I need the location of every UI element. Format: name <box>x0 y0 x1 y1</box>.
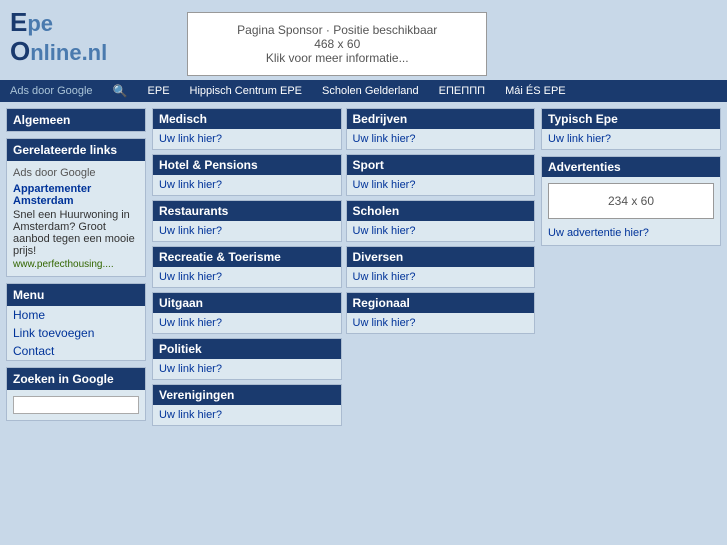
zoeken-title: Zoeken in Google <box>7 368 145 390</box>
cat-medisch-title: Medisch <box>153 109 341 129</box>
cat-scholen-link[interactable]: Uw link hier? <box>347 221 535 241</box>
navbar: Ads door Google 🔍 EPE Hippisch Centrum E… <box>0 80 727 102</box>
gerelateerde-section: Gerelateerde links Ads door Google Appar… <box>6 138 146 277</box>
cat-sport-title: Sport <box>347 155 535 175</box>
right-col: Typisch Epe Uw link hier? Advertenties 2… <box>541 108 721 426</box>
cat-medisch: Medisch Uw link hier? <box>152 108 342 150</box>
advertenties-section: Advertenties 234 x 60 Uw advertentie hie… <box>541 156 721 246</box>
cat-politiek-title: Politiek <box>153 339 341 359</box>
zoeken-content <box>7 390 145 420</box>
typisch-section: Typisch Epe Uw link hier? <box>541 108 721 150</box>
cat-diversen-link[interactable]: Uw link hier? <box>347 267 535 287</box>
zoeken-section: Zoeken in Google <box>6 367 146 421</box>
ad-url-link[interactable]: www.perfecthousing.... <box>13 259 139 270</box>
zoeken-input[interactable] <box>13 396 139 414</box>
cat-row-2: Hotel & Pensions Uw link hier? Sport Uw … <box>152 154 535 196</box>
cat-recreatie-link[interactable]: Uw link hier? <box>153 267 341 287</box>
main: Algemeen Gerelateerde links Ads door Goo… <box>0 102 727 432</box>
cat-sport-link[interactable]: Uw link hier? <box>347 175 535 195</box>
typisch-title: Typisch Epe <box>542 109 720 129</box>
cat-restaurants-title: Restaurants <box>153 201 341 221</box>
cat-hotel-link[interactable]: Uw link hier? <box>153 175 341 195</box>
nav-link-greek[interactable]: ΕΠΕΠΠΠ <box>439 85 485 97</box>
categories: Medisch Uw link hier? Bedrijven Uw link … <box>152 108 535 426</box>
navbar-icon: 🔍 <box>113 84 128 98</box>
typisch-link[interactable]: Uw link hier? <box>542 129 720 149</box>
ad-banner[interactable]: 234 x 60 <box>548 183 714 219</box>
sponsor-line1: Pagina Sponsor · Positie beschikbaar <box>208 23 466 37</box>
nav-links: EPE Hippisch Centrum EPE Scholen Gelderl… <box>148 85 566 97</box>
cat-scholen-title: Scholen <box>347 201 535 221</box>
cat-bedrijven: Bedrijven Uw link hier? <box>346 108 536 150</box>
cat-restaurants-link[interactable]: Uw link hier? <box>153 221 341 241</box>
cat-hotel: Hotel & Pensions Uw link hier? <box>152 154 342 196</box>
cat-politiek-link[interactable]: Uw link hier? <box>153 359 341 379</box>
header: Epe Online.nl Pagina Sponsor · Positie b… <box>0 0 727 80</box>
ads-google-label: Ads door Google <box>13 167 139 179</box>
menu-title: Menu <box>7 284 145 306</box>
algemeen-title: Algemeen <box>7 109 145 131</box>
menu-section: Menu Home Link toevoegen Contact <box>6 283 146 361</box>
cat-medisch-link[interactable]: Uw link hier? <box>153 129 341 149</box>
cat-recreatie-title: Recreatie & Toerisme <box>153 247 341 267</box>
cat-sport: Sport Uw link hier? <box>346 154 536 196</box>
gerelateerde-title: Gerelateerde links <box>7 139 145 161</box>
nav-link-scholen[interactable]: Scholen Gelderland <box>322 85 419 97</box>
sponsor-box[interactable]: Pagina Sponsor · Positie beschikbaar 468… <box>187 12 487 76</box>
cat-restaurants: Restaurants Uw link hier? <box>152 200 342 242</box>
cat-verenigingen: Verenigingen Uw link hier? <box>152 384 342 426</box>
nav-link-hippisch[interactable]: Hippisch Centrum EPE <box>190 85 303 97</box>
menu-item-contact: Contact <box>7 342 145 360</box>
cat-row-3: Restaurants Uw link hier? Scholen Uw lin… <box>152 200 535 242</box>
cat-recreatie: Recreatie & Toerisme Uw link hier? <box>152 246 342 288</box>
advertenties-title: Advertenties <box>542 157 720 177</box>
cat-row-6: Politiek Uw link hier? <box>152 338 535 380</box>
cat-verenigingen-title: Verenigingen <box>153 385 341 405</box>
navbar-ads-label: Ads door Google <box>10 85 93 97</box>
cat-row-5: Uitgaan Uw link hier? Regionaal Uw link … <box>152 292 535 334</box>
sponsor-line3: Klik voor meer informatie... <box>208 51 466 65</box>
cat-uitgaan-link[interactable]: Uw link hier? <box>153 313 341 333</box>
cat-regionaal: Regionaal Uw link hier? <box>346 292 536 334</box>
ad-title-link[interactable]: Appartementer Amsterdam <box>13 183 139 207</box>
sponsor-line2: 468 x 60 <box>208 37 466 51</box>
ad-text: Snel een Huurwoning in Amsterdam? Groot … <box>13 209 139 257</box>
cat-uitgaan-title: Uitgaan <box>153 293 341 313</box>
logo-line2: Online.nl <box>10 37 107 66</box>
cat-diversen-title: Diversen <box>347 247 535 267</box>
cat-row-1: Medisch Uw link hier? Bedrijven Uw link … <box>152 108 535 150</box>
menu-item-home: Home <box>7 306 145 324</box>
cat-politiek: Politiek Uw link hier? <box>152 338 342 380</box>
cat-uitgaan: Uitgaan Uw link hier? <box>152 292 342 334</box>
cat-regionaal-link[interactable]: Uw link hier? <box>347 313 535 333</box>
cat-verenigingen-link[interactable]: Uw link hier? <box>153 405 341 425</box>
cat-row-4: Recreatie & Toerisme Uw link hier? Diver… <box>152 246 535 288</box>
cat-row-7: Verenigingen Uw link hier? <box>152 384 535 426</box>
cat-scholen: Scholen Uw link hier? <box>346 200 536 242</box>
cat-hotel-title: Hotel & Pensions <box>153 155 341 175</box>
menu-item-link: Link toevoegen <box>7 324 145 342</box>
ad-link[interactable]: Uw advertentie hier? <box>542 225 720 245</box>
cat-regionaal-title: Regionaal <box>347 293 535 313</box>
cat-diversen: Diversen Uw link hier? <box>346 246 536 288</box>
algemeen-section: Algemeen <box>6 108 146 132</box>
logo-line1: Epe <box>10 8 107 37</box>
logo: Epe Online.nl <box>10 8 107 65</box>
ad-size: 234 x 60 <box>608 194 654 208</box>
sidebar: Algemeen Gerelateerde links Ads door Goo… <box>6 108 146 426</box>
gerelateerde-content: Ads door Google Appartementer Amsterdam … <box>7 161 145 276</box>
nav-link-epe[interactable]: EPE <box>148 85 170 97</box>
nav-link-mai[interactable]: Mái ÉS EPE <box>505 85 566 97</box>
cat-bedrijven-title: Bedrijven <box>347 109 535 129</box>
cat-bedrijven-link[interactable]: Uw link hier? <box>347 129 535 149</box>
